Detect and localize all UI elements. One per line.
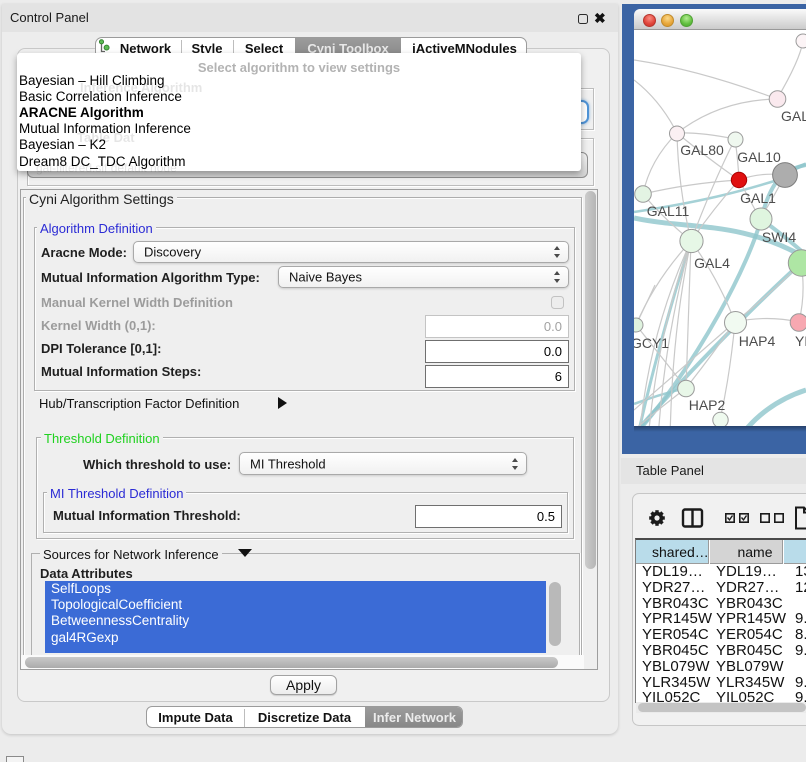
svg-text:GAL10: GAL10 [737, 149, 781, 165]
svg-text:GAL11: GAL11 [647, 203, 690, 219]
svg-text:GAL2: GAL2 [781, 108, 806, 124]
svg-text:GAL80: GAL80 [680, 142, 724, 158]
svg-text:HAP4: HAP4 [739, 333, 776, 349]
svg-text:SWI4: SWI4 [762, 229, 796, 245]
svg-text:HAP2: HAP2 [689, 397, 726, 413]
svg-text:YEL: YEL [795, 333, 806, 349]
svg-text:GAL4: GAL4 [694, 255, 730, 271]
svg-text:GAL1: GAL1 [740, 190, 776, 206]
svg-text:GCY1: GCY1 [634, 335, 669, 351]
